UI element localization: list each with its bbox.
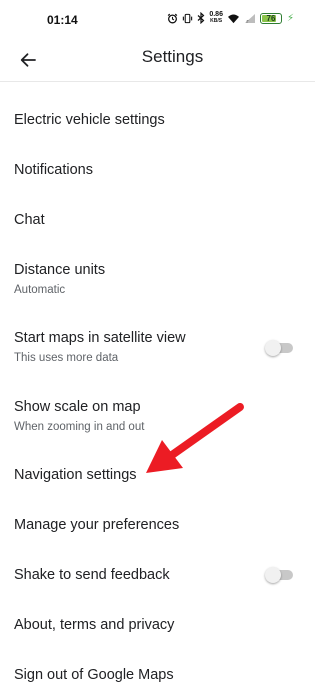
battery-level: 76 [266,13,276,23]
setting-title: Shake to send feedback [14,567,170,583]
setting-navigation[interactable]: Navigation settings [0,459,315,493]
setting-about-terms[interactable]: About, terms and privacy [0,609,315,643]
signal-icon [244,13,256,24]
setting-title: Distance units [14,262,106,278]
satellite-view-toggle[interactable] [265,340,293,356]
setting-shake-feedback[interactable]: Shake to send feedback [0,559,315,593]
setting-title: Start maps in satellite view [14,330,186,346]
setting-satellite-view[interactable]: Start maps in satellite view This uses m… [0,322,315,372]
toggle-thumb [265,567,281,583]
setting-manage-preferences[interactable]: Manage your preferences [0,509,315,543]
setting-distance-units[interactable]: Distance units Automatic [0,254,315,304]
setting-sign-out[interactable]: Sign out of Google Maps [0,659,315,693]
network-speed-unit: KB/S [210,18,223,24]
network-speed: 0.86 KB/S [209,11,223,24]
setting-subtitle: When zooming in and out [14,421,145,433]
alarm-icon [167,13,178,24]
setting-subtitle: Automatic [14,284,66,296]
page-title: Settings [141,47,204,66]
status-time: 01:14 [47,13,78,27]
setting-title: Sign out of Google Maps [14,667,174,683]
setting-subtitle: This uses more data [14,352,119,364]
setting-show-scale[interactable]: Show scale on map When zooming in and ou… [0,391,315,441]
setting-title: Manage your preferences [14,517,180,533]
battery-icon: 76 [259,12,282,24]
setting-chat[interactable]: Chat [0,204,315,238]
vibrate-icon [182,13,193,24]
shake-feedback-toggle[interactable] [265,567,293,583]
setting-title: About, terms and privacy [14,617,175,633]
setting-title: Chat [14,212,45,228]
setting-title: Show scale on map [14,399,141,415]
wifi-icon [227,13,240,24]
setting-title: Electric vehicle settings [14,112,165,128]
setting-notifications[interactable]: Notifications [0,154,315,188]
status-icons: 0.86 KB/S 76 ⚡ [167,11,294,24]
setting-electric-vehicle[interactable]: Electric vehicle settings [0,104,315,138]
setting-title: Notifications [14,162,93,178]
bluetooth-icon [197,12,205,24]
app-bar: Settings [0,38,315,82]
charging-icon: ⚡ [286,12,294,24]
toggle-thumb [265,340,281,356]
status-bar: 01:14 0.86 KB/S 76 ⚡ [0,0,315,38]
setting-title: Navigation settings [14,467,137,483]
